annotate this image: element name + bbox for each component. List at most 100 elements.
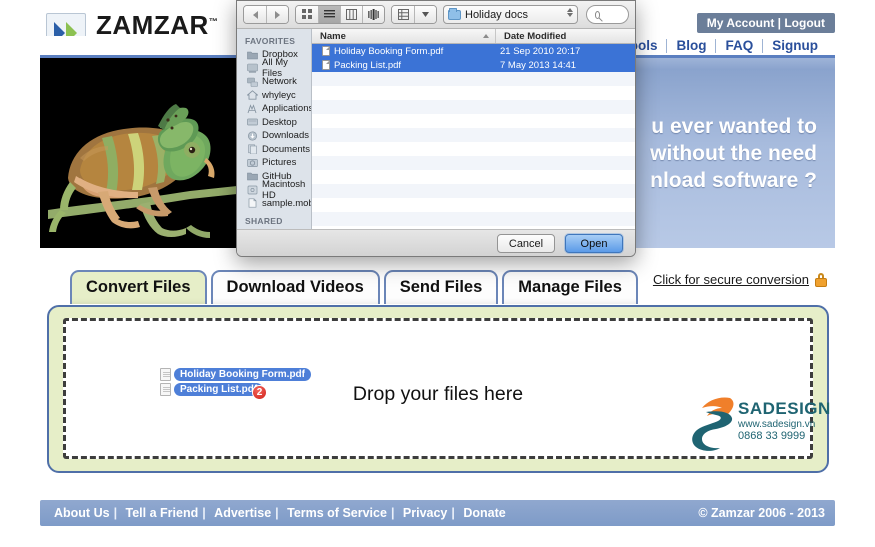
empty-row xyxy=(312,156,635,170)
file-date: 7 May 2013 14:41 xyxy=(500,59,577,71)
sidebar-item-downloads[interactable]: Downloads xyxy=(237,129,311,143)
list-view-icon[interactable] xyxy=(318,6,340,23)
search-field[interactable] xyxy=(586,5,629,24)
sadesign-brand: SADESIGN xyxy=(738,399,831,418)
drag-count-badge: 2 xyxy=(252,385,267,400)
footer-link-privacy[interactable]: Privacy xyxy=(399,506,451,520)
sidebar-item-label: Desktop xyxy=(262,116,297,128)
footer-links: About Us | Tell a Friend | Advertise | Term… xyxy=(50,504,510,522)
footer-link-advertise[interactable]: Advertise xyxy=(210,506,275,520)
account-bar-label: My Account | Logout xyxy=(706,16,825,30)
pdf-document-icon xyxy=(322,60,330,70)
folder-icon xyxy=(448,7,461,20)
account-bar[interactable]: My Account | Logout xyxy=(696,13,835,33)
icon-view-icon[interactable] xyxy=(296,6,318,23)
empty-row xyxy=(312,142,635,156)
footer-separator: | xyxy=(202,506,206,520)
documents-icon xyxy=(247,144,258,155)
tab-convert-files[interactable]: Convert Files xyxy=(70,270,207,304)
coverflow-view-icon[interactable] xyxy=(362,6,384,23)
sidebar-item-sample-mobi[interactable]: sample.mobi xyxy=(237,197,311,211)
hero-banner-text: u ever wanted to without the need nload … xyxy=(650,113,817,194)
hero-line-1: u ever wanted to xyxy=(651,115,817,138)
sidebar-item-all-my-files[interactable]: All My Files xyxy=(237,57,311,79)
sadesign-watermark: SADESIGN www.sadesign.vn 0868 33 9999 xyxy=(686,392,830,454)
file-icon xyxy=(247,198,258,208)
footer-separator: | xyxy=(275,506,279,520)
arrange-by-button[interactable] xyxy=(391,5,437,24)
file-row-name-cell: Packing List.pdf xyxy=(312,60,496,71)
popup-stepper-icon xyxy=(567,8,573,17)
dialog-toolbar: Holiday docs xyxy=(237,1,635,29)
empty-row xyxy=(312,128,635,142)
home-icon xyxy=(246,90,259,100)
folder-icon xyxy=(247,50,258,60)
footer-link-donate[interactable]: Donate xyxy=(459,506,509,520)
tab-bar: Convert Files Download Videos Send Files… xyxy=(70,270,638,304)
file-row-name-cell: Holiday Booking Form.pdf xyxy=(312,46,496,57)
sidebar-item-label: whyleyc xyxy=(262,89,296,101)
drag-ghost-files: Holiday Booking Form.pdf Packing List.pd… xyxy=(160,368,311,400)
file-row[interactable]: Packing List.pdf 7 May 2013 14:41 xyxy=(312,58,635,72)
chameleon-photo xyxy=(40,58,237,248)
site-footer: About Us | Tell a Friend | Advertise | Term… xyxy=(40,500,835,526)
footer-link-about-us[interactable]: About Us xyxy=(50,506,114,520)
back-arrow-icon[interactable] xyxy=(244,6,266,23)
sidebar-section-favorites: FAVORITES xyxy=(245,36,296,46)
empty-row xyxy=(312,212,635,226)
sadesign-logo-icon xyxy=(692,397,734,451)
document-icon xyxy=(160,368,171,381)
sidebar-item-documents[interactable]: Documents xyxy=(237,143,311,157)
empty-row xyxy=(312,170,635,184)
nav-item-signup[interactable]: Signup xyxy=(762,39,827,53)
footer-separator: | xyxy=(113,506,118,520)
sidebar-item-macintosh-hd[interactable]: Macintosh HD xyxy=(237,179,311,201)
sadesign-site: www.sadesign.vn xyxy=(738,418,816,430)
nav-item-blog[interactable]: Blog xyxy=(666,39,715,53)
empty-row xyxy=(312,198,635,212)
sort-ascending-icon xyxy=(483,34,489,38)
sidebar-item-pictures[interactable]: Pictures xyxy=(237,156,311,170)
column-header-name[interactable]: Name xyxy=(312,29,496,43)
dialog-body: FAVORITES Dropbox All My Files Network w… xyxy=(237,29,635,229)
sidebar-item-whyleyc[interactable]: whyleyc xyxy=(237,89,311,103)
file-row[interactable]: Holiday Booking Form.pdf 21 Sep 2010 20:… xyxy=(312,44,635,58)
file-open-dialog: Holiday docs FAVORITES Dropbox All My Fi… xyxy=(236,0,636,257)
search-input[interactable] xyxy=(605,9,620,20)
downloads-icon xyxy=(247,131,258,141)
empty-row xyxy=(312,72,635,86)
column-header-date[interactable]: Date Modified xyxy=(496,29,635,43)
column-header-date-label: Date Modified xyxy=(504,31,567,42)
sidebar-item-desktop[interactable]: Desktop xyxy=(237,116,311,130)
file-list-header: Name Date Modified xyxy=(312,29,635,44)
footer-copyright: © Zamzar 2006 - 2013 xyxy=(698,506,825,520)
footer-link-tell-a-friend[interactable]: Tell a Friend xyxy=(122,506,203,520)
harddisk-icon xyxy=(247,185,258,195)
pictures-icon xyxy=(247,158,258,168)
footer-separator: | xyxy=(390,506,395,520)
file-date: 21 Sep 2010 20:17 xyxy=(500,45,581,57)
column-header-name-label: Name xyxy=(320,31,346,42)
path-popup-label: Holiday docs xyxy=(465,8,528,21)
desktop-icon xyxy=(247,117,258,127)
chameleon-illustration xyxy=(40,58,237,248)
arrange-by-icon[interactable] xyxy=(392,6,414,23)
sidebar-section-shared: SHARED xyxy=(245,216,283,226)
secure-conversion-link[interactable]: Click for secure conversion xyxy=(653,272,827,287)
footer-link-terms-of-service[interactable]: Terms of Service xyxy=(283,506,391,520)
column-view-icon[interactable] xyxy=(340,6,362,23)
tab-download-videos[interactable]: Download Videos xyxy=(210,270,380,304)
hero-line-3: nload software ? xyxy=(650,169,817,192)
tab-manage-files[interactable]: Manage Files xyxy=(502,270,638,304)
sidebar-item-applications[interactable]: Applications xyxy=(237,102,311,116)
file-name: Packing List.pdf xyxy=(334,59,402,71)
applications-icon xyxy=(247,103,258,114)
empty-row xyxy=(312,100,635,114)
network-icon xyxy=(247,77,258,87)
path-popup-button[interactable]: Holiday docs xyxy=(443,5,578,24)
sidebar-item-label: sample.mobi xyxy=(262,197,312,209)
forward-arrow-icon[interactable] xyxy=(266,6,288,23)
chevron-down-icon[interactable] xyxy=(414,6,436,23)
tab-send-files[interactable]: Send Files xyxy=(383,270,499,304)
nav-item-faq[interactable]: FAQ xyxy=(715,39,762,53)
